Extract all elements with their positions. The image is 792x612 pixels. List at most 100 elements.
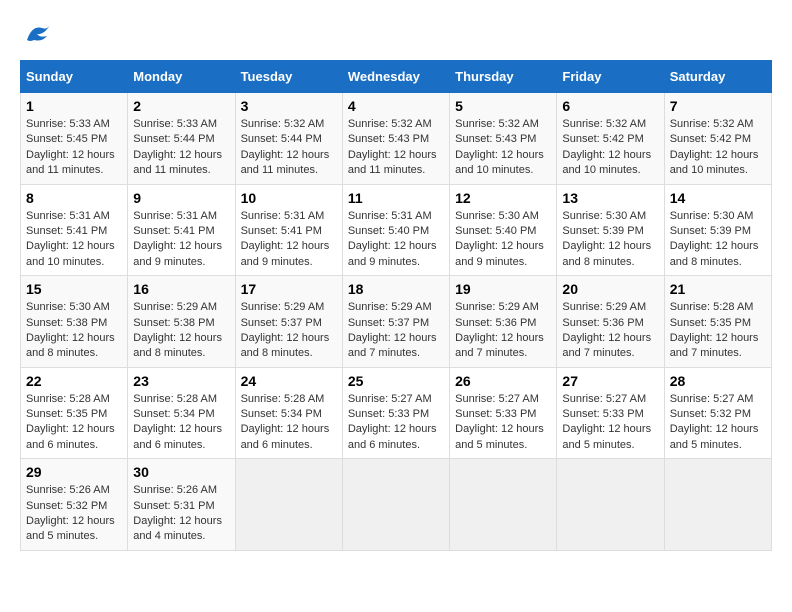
logo — [20, 20, 52, 50]
weekday-header: Tuesday — [235, 61, 342, 93]
calendar-week-row: 29 Sunrise: 5:26 AMSunset: 5:32 PMDayligh… — [21, 459, 772, 551]
weekday-header: Thursday — [450, 61, 557, 93]
calendar-day-cell: 26Sunrise: 5:27 AMSunset: 5:33 PMDayligh… — [450, 367, 557, 459]
day-info: Sunrise: 5:31 AMSunset: 5:41 PMDaylight:… — [26, 209, 122, 271]
day-number: 5 — [455, 98, 551, 114]
calendar-day-cell: 4 Sunrise: 5:32 AMSunset: 5:43 PMDaylight… — [342, 93, 449, 185]
calendar-body: 1 Sunrise: 5:33 AMSunset: 5:45 PMDaylight… — [21, 93, 772, 551]
weekday-header: Monday — [128, 61, 235, 93]
day-number: 22 — [26, 373, 122, 389]
calendar-day-cell: 15 Sunrise: 5:30 AMSunset: 5:38 PMDayligh… — [21, 276, 128, 368]
calendar-table: SundayMondayTuesdayWednesdayThursdayFrid… — [20, 60, 772, 551]
calendar-day-cell: 13 Sunrise: 5:30 AMSunset: 5:39 PMDayligh… — [557, 184, 664, 276]
day-info: Sunrise: 5:30 AMSunset: 5:39 PMDaylight:… — [670, 209, 766, 271]
calendar-day-cell: 10 Sunrise: 5:31 AMSunset: 5:41 PMDayligh… — [235, 184, 342, 276]
calendar-week-row: 1 Sunrise: 5:33 AMSunset: 5:45 PMDaylight… — [21, 93, 772, 185]
weekday-header: Friday — [557, 61, 664, 93]
calendar-day-cell: 14 Sunrise: 5:30 AMSunset: 5:39 PMDayligh… — [664, 184, 771, 276]
calendar-day-cell: 29 Sunrise: 5:26 AMSunset: 5:32 PMDayligh… — [21, 459, 128, 551]
calendar-day-cell: 24 Sunrise: 5:28 AMSunset: 5:34 PMDayligh… — [235, 367, 342, 459]
calendar-day-cell: 28 Sunrise: 5:27 AMSunset: 5:32 PMDayligh… — [664, 367, 771, 459]
day-number: 27 — [562, 373, 658, 389]
day-number: 12 — [455, 190, 551, 206]
day-info: Sunrise: 5:32 AMSunset: 5:42 PMDaylight:… — [670, 117, 766, 179]
day-info: Sunrise: 5:32 AMSunset: 5:44 PMDaylight:… — [241, 117, 337, 179]
day-number: 25 — [348, 373, 444, 389]
day-number: 24 — [241, 373, 337, 389]
calendar-day-cell: 1 Sunrise: 5:33 AMSunset: 5:45 PMDaylight… — [21, 93, 128, 185]
day-number: 17 — [241, 281, 337, 297]
calendar-day-cell: 22 Sunrise: 5:28 AMSunset: 5:35 PMDayligh… — [21, 367, 128, 459]
calendar-day-cell: 25 Sunrise: 5:27 AMSunset: 5:33 PMDayligh… — [342, 367, 449, 459]
day-number: 23 — [133, 373, 229, 389]
calendar-week-row: 15 Sunrise: 5:30 AMSunset: 5:38 PMDayligh… — [21, 276, 772, 368]
day-number: 4 — [348, 98, 444, 114]
weekday-header: Saturday — [664, 61, 771, 93]
day-info: Sunrise: 5:27 AMSunset: 5:33 PMDaylight:… — [562, 392, 658, 454]
day-info: Sunrise: 5:30 AMSunset: 5:39 PMDaylight:… — [562, 209, 658, 271]
calendar-day-cell: 3 Sunrise: 5:32 AMSunset: 5:44 PMDaylight… — [235, 93, 342, 185]
calendar-day-cell — [235, 459, 342, 551]
day-info: Sunrise: 5:28 AMSunset: 5:35 PMDaylight:… — [26, 392, 122, 454]
day-info: Sunrise: 5:29 AMSunset: 5:38 PMDaylight:… — [133, 300, 229, 362]
calendar-day-cell — [664, 459, 771, 551]
day-number: 28 — [670, 373, 766, 389]
day-info: Sunrise: 5:28 AMSunset: 5:35 PMDaylight:… — [670, 300, 766, 362]
day-info: Sunrise: 5:26 AMSunset: 5:31 PMDaylight:… — [133, 483, 229, 545]
day-info: Sunrise: 5:30 AMSunset: 5:38 PMDaylight:… — [26, 300, 122, 362]
weekday-header: Sunday — [21, 61, 128, 93]
day-info: Sunrise: 5:33 AMSunset: 5:45 PMDaylight:… — [26, 117, 122, 179]
calendar-day-cell: 2Sunrise: 5:33 AMSunset: 5:44 PMDaylight… — [128, 93, 235, 185]
calendar-day-cell — [342, 459, 449, 551]
day-number: 16 — [133, 281, 229, 297]
weekday-header: Wednesday — [342, 61, 449, 93]
day-number: 30 — [133, 464, 229, 480]
calendar-day-cell: 27 Sunrise: 5:27 AMSunset: 5:33 PMDayligh… — [557, 367, 664, 459]
day-number: 9 — [133, 190, 229, 206]
day-number: 11 — [348, 190, 444, 206]
day-info: Sunrise: 5:26 AMSunset: 5:32 PMDaylight:… — [26, 483, 122, 545]
day-number: 15 — [26, 281, 122, 297]
calendar-day-cell: 12Sunrise: 5:30 AMSunset: 5:40 PMDayligh… — [450, 184, 557, 276]
day-info: Sunrise: 5:29 AMSunset: 5:36 PMDaylight:… — [562, 300, 658, 362]
calendar-day-cell: 30 Sunrise: 5:26 AMSunset: 5:31 PMDayligh… — [128, 459, 235, 551]
day-number: 1 — [26, 98, 122, 114]
day-info: Sunrise: 5:32 AMSunset: 5:43 PMDaylight:… — [455, 117, 551, 179]
calendar-day-cell: 6Sunrise: 5:32 AMSunset: 5:42 PMDaylight… — [557, 93, 664, 185]
day-number: 8 — [26, 190, 122, 206]
calendar-day-cell: 19 Sunrise: 5:29 AMSunset: 5:36 PMDayligh… — [450, 276, 557, 368]
calendar-day-cell: 9 Sunrise: 5:31 AMSunset: 5:41 PMDaylight… — [128, 184, 235, 276]
day-info: Sunrise: 5:32 AMSunset: 5:42 PMDaylight:… — [562, 117, 658, 179]
day-info: Sunrise: 5:29 AMSunset: 5:37 PMDaylight:… — [241, 300, 337, 362]
day-info: Sunrise: 5:27 AMSunset: 5:32 PMDaylight:… — [670, 392, 766, 454]
day-number: 14 — [670, 190, 766, 206]
day-info: Sunrise: 5:31 AMSunset: 5:40 PMDaylight:… — [348, 209, 444, 271]
day-number: 13 — [562, 190, 658, 206]
calendar-day-cell: 7 Sunrise: 5:32 AMSunset: 5:42 PMDaylight… — [664, 93, 771, 185]
day-number: 20 — [562, 281, 658, 297]
day-number: 7 — [670, 98, 766, 114]
calendar-day-cell: 23Sunrise: 5:28 AMSunset: 5:34 PMDayligh… — [128, 367, 235, 459]
calendar-day-cell: 8 Sunrise: 5:31 AMSunset: 5:41 PMDaylight… — [21, 184, 128, 276]
day-number: 29 — [26, 464, 122, 480]
day-number: 10 — [241, 190, 337, 206]
day-info: Sunrise: 5:31 AMSunset: 5:41 PMDaylight:… — [133, 209, 229, 271]
calendar-day-cell: 16 Sunrise: 5:29 AMSunset: 5:38 PMDayligh… — [128, 276, 235, 368]
day-number: 21 — [670, 281, 766, 297]
day-number: 19 — [455, 281, 551, 297]
calendar-day-cell — [557, 459, 664, 551]
calendar-day-cell: 17 Sunrise: 5:29 AMSunset: 5:37 PMDayligh… — [235, 276, 342, 368]
day-number: 3 — [241, 98, 337, 114]
day-info: Sunrise: 5:29 AMSunset: 5:36 PMDaylight:… — [455, 300, 551, 362]
day-info: Sunrise: 5:29 AMSunset: 5:37 PMDaylight:… — [348, 300, 444, 362]
calendar-day-cell: 20 Sunrise: 5:29 AMSunset: 5:36 PMDayligh… — [557, 276, 664, 368]
calendar-day-cell: 5 Sunrise: 5:32 AMSunset: 5:43 PMDaylight… — [450, 93, 557, 185]
calendar-day-cell: 21 Sunrise: 5:28 AMSunset: 5:35 PMDayligh… — [664, 276, 771, 368]
day-info: Sunrise: 5:31 AMSunset: 5:41 PMDaylight:… — [241, 209, 337, 271]
calendar-week-row: 22 Sunrise: 5:28 AMSunset: 5:35 PMDayligh… — [21, 367, 772, 459]
day-info: Sunrise: 5:32 AMSunset: 5:43 PMDaylight:… — [348, 117, 444, 179]
day-info: Sunrise: 5:27 AMSunset: 5:33 PMDaylight:… — [348, 392, 444, 454]
day-info: Sunrise: 5:28 AMSunset: 5:34 PMDaylight:… — [241, 392, 337, 454]
day-number: 26 — [455, 373, 551, 389]
calendar-day-cell: 18Sunrise: 5:29 AMSunset: 5:37 PMDayligh… — [342, 276, 449, 368]
